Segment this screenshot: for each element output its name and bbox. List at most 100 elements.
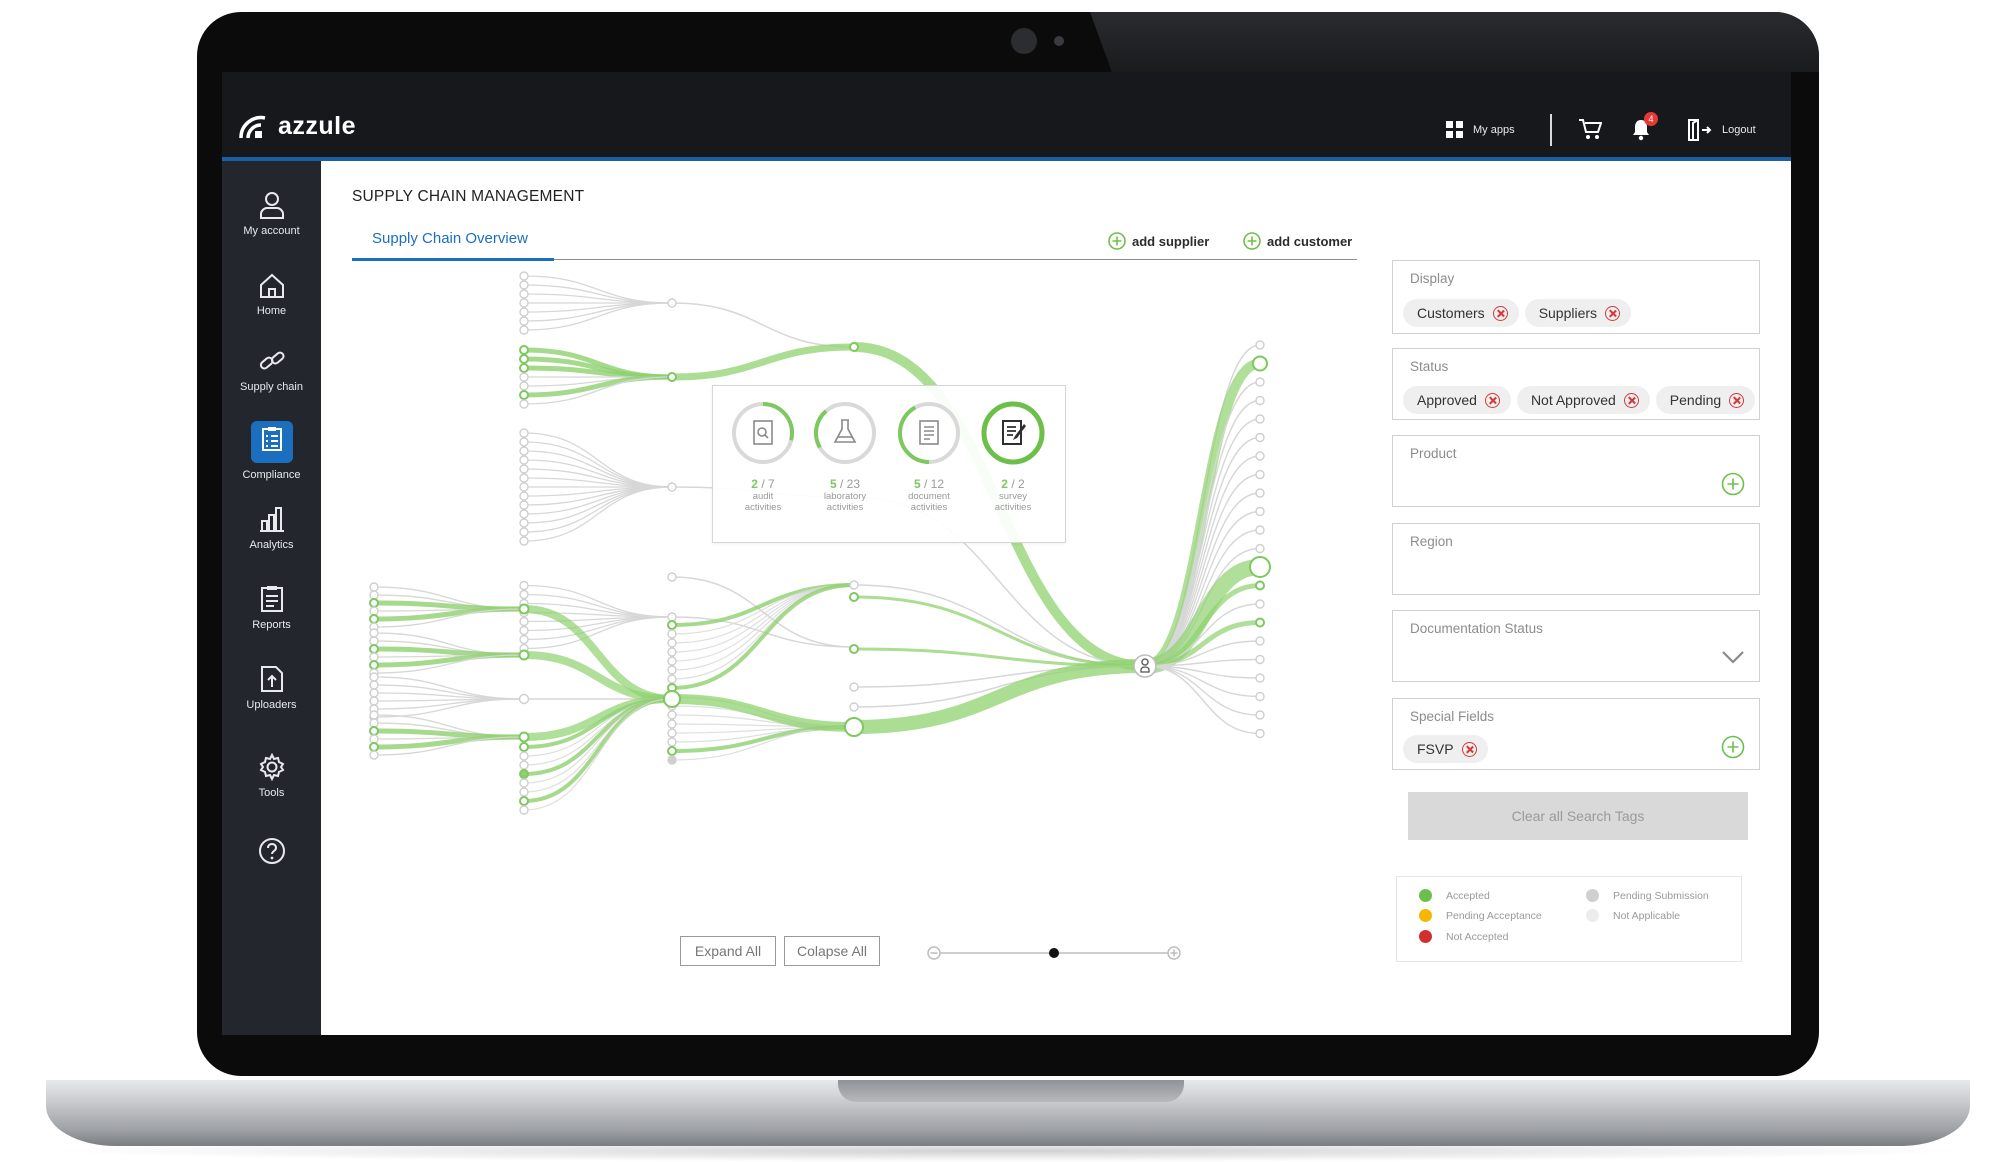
chevron-down-icon[interactable] [1721,649,1745,665]
tree-node[interactable] [519,751,529,761]
tree-node[interactable] [519,372,529,382]
tree-node[interactable] [667,710,677,720]
tag-fsvp[interactable]: FSVP [1403,735,1488,763]
tree-node[interactable] [667,620,677,630]
tree-node[interactable] [849,592,859,602]
tree-node[interactable] [519,616,529,627]
activity-document[interactable]: 5 / 12 document activities [893,400,965,513]
tree-node[interactable] [519,316,529,326]
tree-node[interactable] [667,755,677,765]
tree-node[interactable] [844,717,864,737]
tree-node[interactable] [519,354,529,364]
tag-not-approved[interactable]: Not Approved [1516,386,1650,414]
tree-node[interactable] [369,636,379,646]
tree-node[interactable] [667,612,677,622]
tree-node[interactable] [519,527,529,537]
documentation-status-filter[interactable]: Documentation Status [1392,610,1760,682]
clear-all-search-tags-button[interactable]: Clear all Search Tags [1408,792,1748,840]
tree-node[interactable] [667,647,677,657]
tree-node[interactable] [667,665,677,675]
zoom-slider[interactable] [924,942,1184,964]
tree-node[interactable] [519,769,529,779]
tree-node[interactable] [519,778,529,788]
tree-node[interactable] [1255,654,1265,665]
remove-tag-icon[interactable] [1605,305,1621,321]
tree-node[interactable] [519,289,529,299]
tree-node[interactable] [519,363,529,373]
tree-node[interactable] [667,638,677,648]
sidebar-item-uploaders[interactable]: Uploaders [222,665,321,711]
tree-node[interactable] [519,399,529,409]
tree-node[interactable] [519,428,529,438]
tree-node[interactable] [1255,506,1265,517]
sidebar-item-analytics[interactable]: Analytics [222,505,321,551]
tree-node[interactable] [519,787,529,797]
tree-node[interactable] [519,796,529,806]
tree-node[interactable] [1255,691,1265,702]
tree-node[interactable] [519,518,529,528]
tree-node[interactable] [518,649,530,661]
tree-node[interactable] [369,672,379,682]
tree-node[interactable] [667,482,677,492]
tree-node[interactable] [1255,377,1265,387]
notifications-button[interactable]: 4 [1630,112,1658,147]
tree-node[interactable] [1255,395,1265,406]
tree-node[interactable] [667,728,677,738]
tree-node[interactable] [667,656,677,666]
add-product-icon[interactable] [1721,472,1745,496]
remove-tag-icon[interactable] [1623,392,1639,408]
tree-node[interactable] [369,644,379,654]
sidebar-item-tools[interactable]: Tools [222,753,321,799]
sidebar-item-supply-chain[interactable]: Supply chain [222,349,321,393]
tree-node[interactable] [519,271,529,281]
tag-customers[interactable]: Customers [1403,299,1519,327]
tree-node[interactable] [1255,340,1265,350]
tree-node[interactable] [369,734,379,744]
tree-node[interactable] [1255,599,1265,609]
tree-node[interactable] [1255,636,1265,646]
tree-node[interactable] [1255,543,1265,554]
tree-node[interactable] [519,280,529,290]
tab-supply-chain-overview[interactable]: Supply Chain Overview [372,230,528,247]
tree-node[interactable] [519,742,529,752]
tree-node[interactable] [369,598,379,608]
add-customer-button[interactable]: add customer [1243,232,1352,250]
tree-node[interactable] [519,473,529,483]
tree-node[interactable] [518,693,530,705]
tree-node[interactable] [667,674,677,684]
tag-suppliers[interactable]: Suppliers [1524,299,1632,327]
tree-node[interactable] [849,342,859,352]
tree-node[interactable] [519,482,529,492]
remove-tag-icon[interactable] [1492,305,1508,321]
brand[interactable]: azzule [238,112,356,141]
tree-node[interactable] [519,381,529,391]
activity-laboratory[interactable]: 5 / 23 laboratory activities [809,400,881,513]
tree-node[interactable] [519,589,529,600]
tree-node[interactable] [519,307,529,317]
tree-node[interactable] [1255,488,1265,498]
remove-tag-icon[interactable] [1729,392,1745,408]
tree-node[interactable] [369,696,379,706]
tree-node[interactable] [369,742,379,752]
tree-node[interactable] [667,719,677,729]
tree-node[interactable] [1249,556,1271,578]
activity-audit[interactable]: 2 / 7 audit activities [727,400,799,513]
sidebar-item-compliance[interactable]: Compliance [222,421,321,481]
tree-node[interactable] [519,446,529,456]
tree-node[interactable] [519,500,529,510]
tree-node[interactable] [519,634,529,645]
region-filter[interactable]: Region [1392,523,1760,595]
center-company-node[interactable] [1133,654,1157,678]
tree-node[interactable] [369,606,379,616]
tree-node[interactable] [519,580,529,591]
tree-node[interactable] [369,680,379,690]
supply-chain-tree[interactable] [352,267,1382,927]
tree-node[interactable] [667,298,677,308]
tree-node[interactable] [519,325,529,335]
tree-node[interactable] [519,536,529,546]
tree-node[interactable] [519,625,529,636]
tree-node[interactable] [369,590,379,600]
tree-node[interactable] [1255,414,1265,424]
tree-node[interactable] [519,345,529,355]
tree-node[interactable] [519,390,529,400]
